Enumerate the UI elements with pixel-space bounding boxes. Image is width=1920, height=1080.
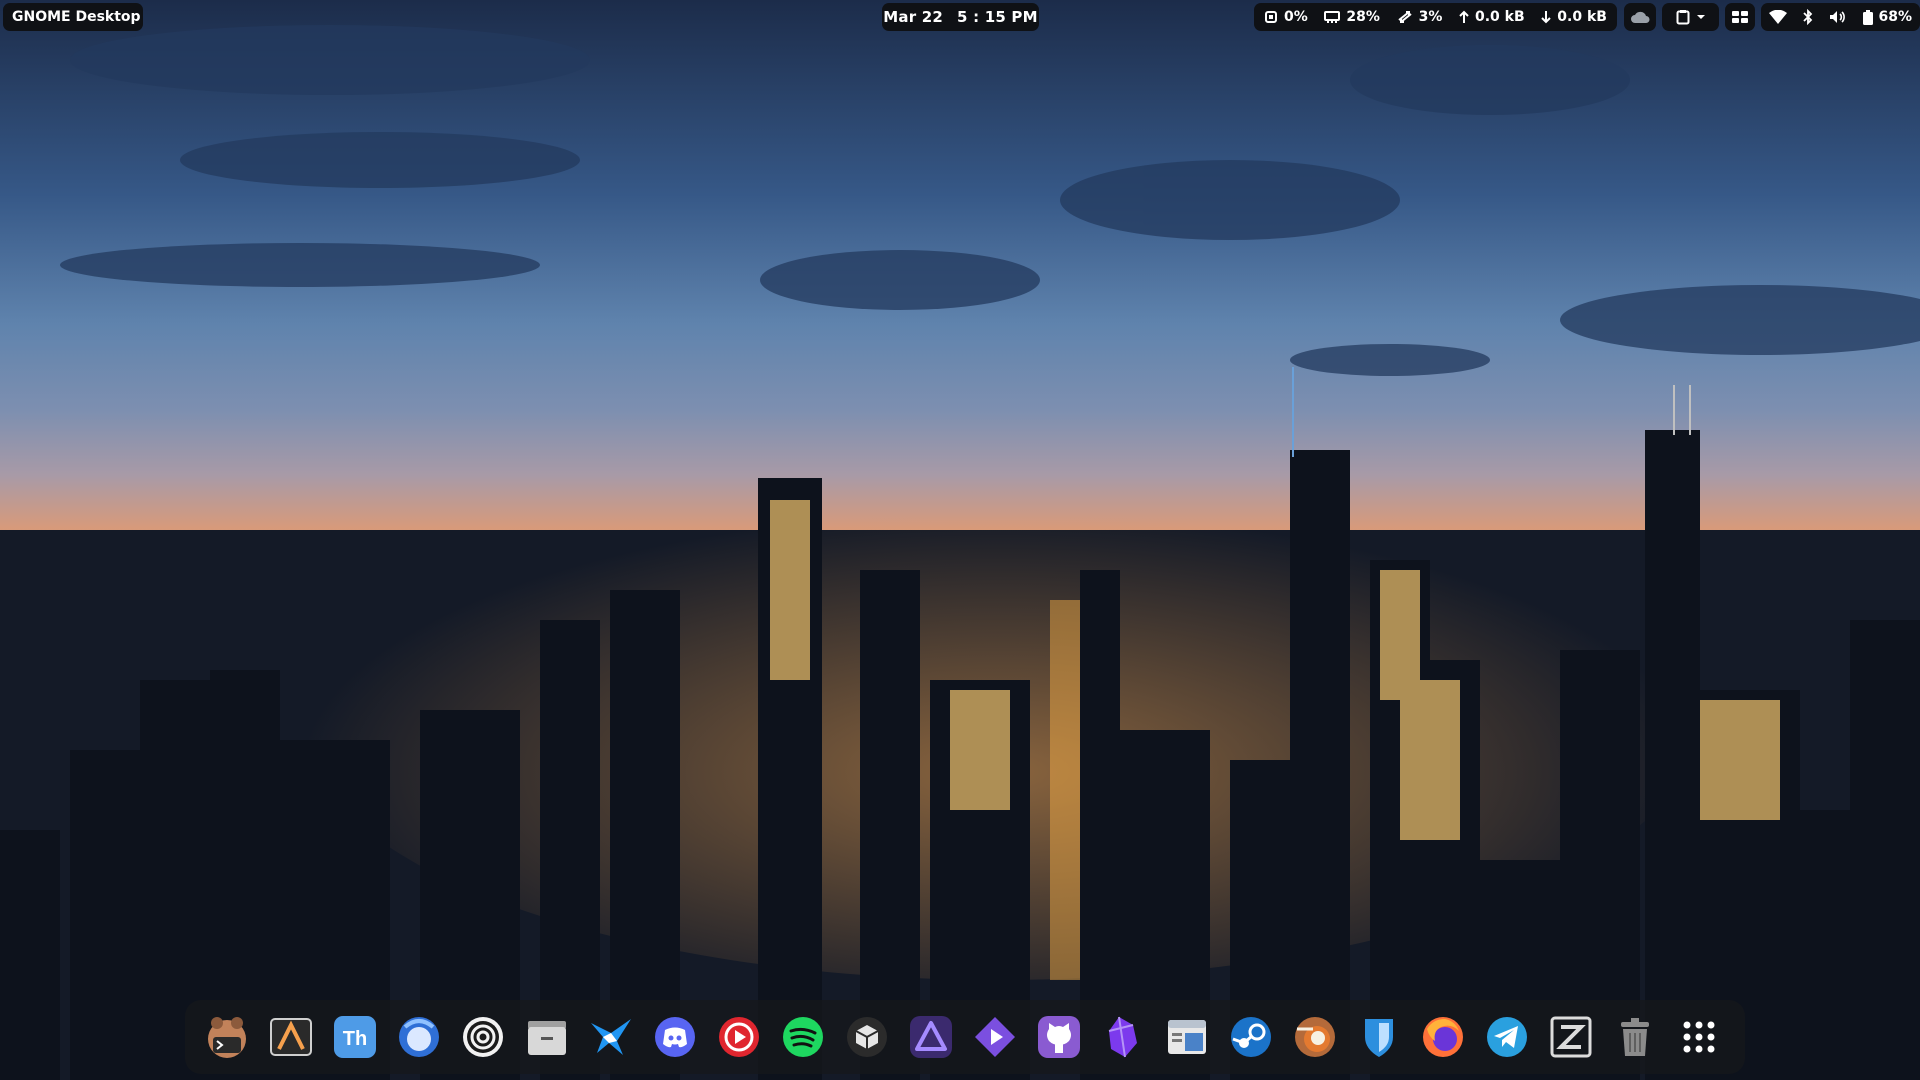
swap-monitor: 3% <box>1397 9 1443 25</box>
dock-item-firefox[interactable] <box>1411 1005 1475 1069</box>
shield-icon <box>1365 1019 1393 1057</box>
diamond-icon <box>975 1017 1015 1057</box>
app-grid-icon <box>1683 1021 1715 1053</box>
clipboard-icon <box>1676 10 1689 25</box>
dock-item-github[interactable] <box>1027 1005 1091 1069</box>
files-icon <box>528 1021 566 1055</box>
upload-arrow-icon <box>1459 10 1469 23</box>
download-arrow-icon <box>1541 11 1552 24</box>
dock-item-telegram[interactable] <box>1475 1005 1539 1069</box>
triangle-icon <box>910 1016 952 1058</box>
cpu-value: 0% <box>1284 9 1308 25</box>
blender-icon <box>1295 1017 1335 1057</box>
clock-button[interactable]: Mar 22 5 : 15 PM <box>882 3 1039 31</box>
play-icon <box>719 1017 759 1057</box>
steam-icon <box>1231 1017 1271 1057</box>
text-editor-icon <box>270 1018 312 1056</box>
volume-icon <box>1830 11 1846 23</box>
dock-item-window-manager[interactable] <box>1155 1005 1219 1069</box>
battery-percent: 68% <box>1878 9 1912 25</box>
dock-item-package[interactable] <box>835 1005 899 1069</box>
battery-indicator: 68% <box>1863 9 1912 25</box>
trash-icon <box>1621 1018 1649 1056</box>
dock-item-files[interactable] <box>515 1005 579 1069</box>
th-icon: Th <box>334 1016 376 1058</box>
memory-monitor: 28% <box>1324 9 1380 25</box>
discord-icon <box>655 1017 695 1057</box>
download-value: 0.0 kB <box>1557 9 1607 25</box>
dock-item-obs[interactable] <box>451 1005 515 1069</box>
upload-value: 0.0 kB <box>1475 9 1525 25</box>
dock-item-bird[interactable] <box>579 1005 643 1069</box>
svg-text:Th: Th <box>343 1028 367 1050</box>
dock-item-discord[interactable] <box>643 1005 707 1069</box>
dock-item-th[interactable]: Th <box>323 1005 387 1069</box>
chevron-down-icon <box>1696 15 1705 19</box>
activities-label: GNOME Desktop <box>12 9 141 25</box>
dock-item-pass[interactable] <box>963 1005 1027 1069</box>
dock-item-zed[interactable] <box>1539 1005 1603 1069</box>
dock-item-video-player[interactable] <box>707 1005 771 1069</box>
dock-item-spotify[interactable] <box>771 1005 835 1069</box>
telegram-icon <box>1487 1017 1527 1057</box>
dock-item-terminal[interactable] <box>195 1005 259 1069</box>
workspaces-icon <box>1732 11 1748 23</box>
dock-item-steam[interactable] <box>1219 1005 1283 1069</box>
system-status-menu[interactable]: 68% <box>1761 3 1920 31</box>
dock-item-mail[interactable] <box>387 1005 451 1069</box>
github-icon <box>1038 1016 1080 1058</box>
obsidian-icon <box>1108 1016 1137 1058</box>
workspace-indicator[interactable] <box>1725 3 1755 31</box>
cpu-icon <box>1265 11 1277 23</box>
clock-date: Mar 22 <box>883 8 944 26</box>
swap-icon <box>1397 11 1412 23</box>
cpu-monitor: 0% <box>1264 9 1308 25</box>
upload-monitor: 0.0 kB <box>1459 9 1525 25</box>
obs-studio-icon <box>463 1017 503 1057</box>
dock-item-obsidian[interactable] <box>1091 1005 1155 1069</box>
dock-item-trash[interactable] <box>1603 1005 1667 1069</box>
terminal-icon <box>208 1017 246 1058</box>
bluetooth-icon <box>1803 9 1813 25</box>
swap-value: 3% <box>1418 9 1443 25</box>
package-icon <box>847 1017 887 1057</box>
download-monitor: 0.0 kB <box>1541 9 1607 25</box>
wifi-icon <box>1769 10 1787 24</box>
clock-time: 5 : 15 PM <box>957 8 1038 26</box>
show-apps-button[interactable] <box>1667 1005 1731 1069</box>
memory-icon <box>1324 11 1341 23</box>
desktop-wallpaper <box>0 0 1920 1080</box>
cloud-sync-indicator[interactable] <box>1624 3 1656 31</box>
dock: Th <box>185 1000 1745 1074</box>
battery-icon <box>1863 9 1874 25</box>
dock-item-blender[interactable] <box>1283 1005 1347 1069</box>
dock-item-bitwarden[interactable] <box>1347 1005 1411 1069</box>
dock-item-text-editor[interactable] <box>259 1005 323 1069</box>
firefox-icon <box>1423 1017 1463 1057</box>
zed-icon <box>1550 1016 1592 1058</box>
mail-client-icon <box>399 1017 439 1057</box>
memory-value: 28% <box>1346 9 1380 25</box>
activities-button[interactable]: GNOME Desktop <box>3 3 143 31</box>
system-monitor-indicator[interactable]: 0% 28% 3% 0.0 kB 0.0 kB <box>1254 3 1617 31</box>
window-icon <box>1168 1020 1206 1054</box>
spotify-icon <box>783 1017 823 1057</box>
clipboard-indicator[interactable] <box>1662 3 1719 31</box>
cloud-icon <box>1631 11 1650 23</box>
bird-icon <box>591 1019 631 1055</box>
dock-item-vpn[interactable] <box>899 1005 963 1069</box>
